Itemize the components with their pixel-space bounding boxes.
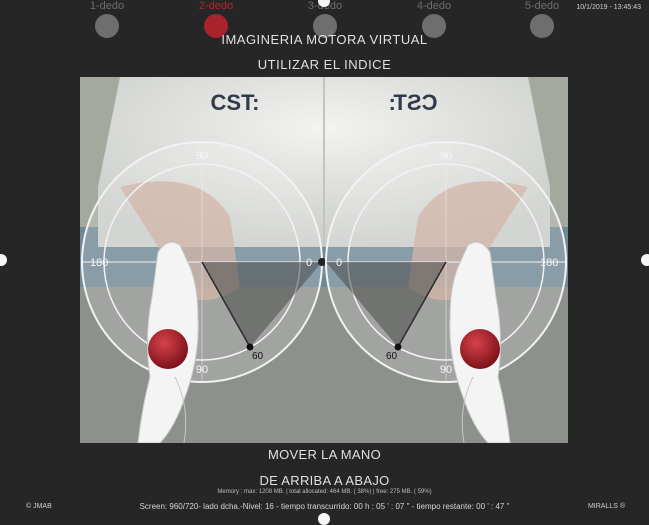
brand: MIRALLS ® [587, 503, 625, 510]
left-edge-marker [0, 254, 7, 266]
finger-4-label: 4-dedo [416, 0, 452, 12]
shirt-logo-right: CST: [389, 90, 438, 115]
instruction-direction: DE ARRIBA A ABAJO [259, 473, 390, 488]
finger-2-label: 2-dedo [198, 0, 234, 12]
finger-5-label: 5-dedo [524, 0, 560, 12]
left-label-top: 90 [196, 150, 208, 162]
page-title: IMAGINERIA MOTORA VIRTUAL [221, 32, 428, 47]
bottom-edge-marker [318, 513, 330, 525]
finger-1-label: 1-dedo [89, 0, 125, 12]
right-target-ball [460, 329, 500, 369]
exercise-illustration: CST: CST: 90 90 180 0 60 90 90 180 0 60 [80, 77, 568, 443]
right-edge-marker [641, 254, 649, 266]
exercise-scene: CST: CST: 90 90 180 0 60 90 90 180 0 60 [80, 77, 568, 443]
left-label-inner: 0 [306, 257, 312, 269]
instruction-top: UTILIZAR EL INDICE [257, 57, 392, 72]
instruction-move-hand: MOVER LA MANO [268, 447, 381, 462]
status-bar: Screen: 960/720- lado dcha.-Nivel: 16 - … [139, 502, 510, 511]
right-label-inner: 0 [336, 257, 342, 269]
shirt-logo-left: CST: [211, 90, 260, 115]
left-label-marker: 60 [252, 351, 264, 362]
right-label-marker: 60 [386, 351, 398, 362]
right-label-top: 90 [440, 150, 452, 162]
right-label-outer: 180 [540, 257, 558, 269]
right-label-bottom: 90 [440, 364, 452, 376]
left-target-ball [148, 329, 188, 369]
left-label-bottom: 90 [196, 364, 208, 376]
right-protractor [325, 141, 567, 383]
timestamp: 10/1/2019 - 13:45:43 [576, 4, 641, 11]
memory-info: Memory : max: 1208 MB. | total allocated… [217, 489, 432, 495]
left-label-outer: 180 [90, 257, 108, 269]
